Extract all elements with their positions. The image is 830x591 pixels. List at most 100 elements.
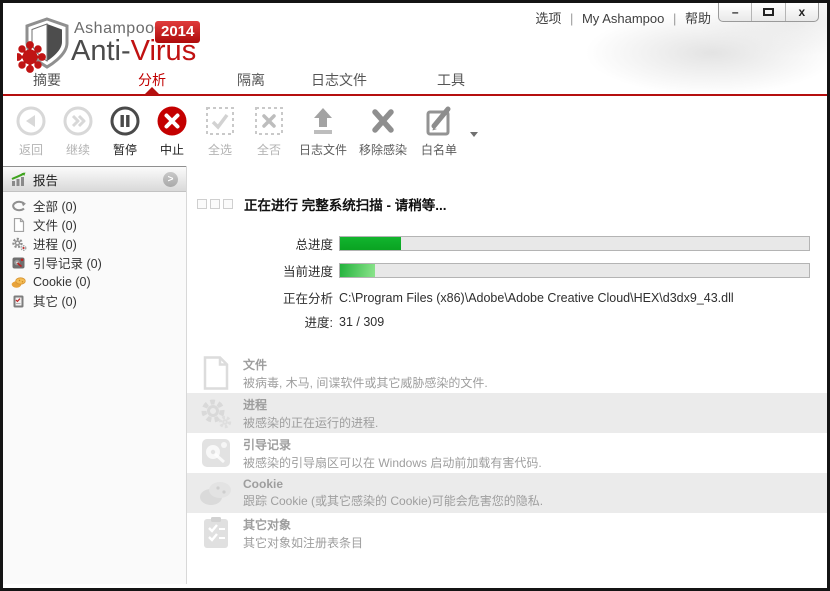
marquee-square-icon [210,199,220,209]
sidebar-item-label: 进程 (0) [33,234,77,253]
header: Ashampoo® Anti-Virus 2014 选项 | My Ashamp… [3,3,827,96]
all-loop-icon [11,199,27,213]
active-tab-marker [145,87,159,94]
hard-disk-icon [11,256,27,270]
maximize-icon [763,8,774,16]
sidebar-item-label: 其它 (0) [33,291,77,310]
log-file-button[interactable]: 日志文件 [295,104,351,158]
analyzing-label: 正在分析 [197,288,333,307]
whitelist-label: 白名单 [421,141,457,158]
gears-large-icon [197,396,235,430]
file-large-icon [197,356,235,390]
window-controls: – x [718,3,819,22]
category-title: 进程 [243,396,378,413]
toolbar: 返回 继续 暂停 中止 全选 [3,96,827,166]
chevron-right-icon[interactable]: > [163,172,178,187]
tab-quarantine[interactable]: 隔离 [237,70,265,90]
app-window: Ashampoo® Anti-Virus 2014 选项 | My Ashamp… [0,0,830,591]
content: 报告 > 全部 (0) 文件 (0) [3,166,827,584]
abort-label: 中止 [160,141,184,158]
select-none-label: 全否 [257,141,281,158]
close-icon: x [798,5,805,19]
category-title: 其它对象 [243,516,363,533]
current-progress-row: 当前进度 [197,261,827,280]
category-desc: 被感染的正在运行的进程. [243,414,378,431]
category-row-processes: 进程 被感染的正在运行的进程. [187,393,827,433]
category-list: 文件 被病毒, 木马, 间谍软件或其它威胁感染的文件. 进程 被感染的正在运行的… [187,353,827,553]
link-separator: | [673,11,676,26]
sidebar-item-label: 报告 [33,170,58,189]
category-desc: 其它对象如注册表条目 [243,534,363,551]
sidebar-item-files[interactable]: 文件 (0) [3,215,186,234]
my-ashampoo-link[interactable]: My Ashampoo [582,11,664,26]
whitelist-button[interactable]: 白名单 [415,104,463,158]
select-all-button[interactable]: 全选 [197,104,243,158]
continue-label: 继续 [66,141,90,158]
select-all-label: 全选 [208,141,232,158]
category-title: 引导记录 [243,436,542,453]
sidebar-item-other[interactable]: 其它 (0) [3,291,186,310]
total-progress-row: 总进度 [197,234,827,253]
gear-icon [11,237,27,251]
year-badge: 2014 [155,21,200,43]
category-row-files: 文件 被病毒, 木马, 间谍软件或其它威胁感染的文件. [187,353,827,393]
check-all-icon [205,104,235,138]
current-progress-fill [340,264,375,277]
select-none-button[interactable]: 全否 [246,104,292,158]
analyzing-path: C:\Program Files (x86)\Adobe\Adobe Creat… [339,291,734,305]
current-progress-label: 当前进度 [197,261,333,280]
edit-list-icon [422,104,456,138]
pause-button[interactable]: 暂停 [103,104,147,158]
abort-button[interactable]: 中止 [150,104,194,158]
progress-section: 总进度 当前进度 正在分析 C:\Program Files (x86)\Ado… [197,234,827,331]
tab-tools[interactable]: 工具 [437,70,465,90]
tab-bar: 摘要 分析 隔离 日志文件 工具 [3,70,827,90]
sidebar-item-cookies[interactable]: Cookie (0) [3,272,186,291]
clipboard-icon [11,294,27,308]
scan-heading-text: 正在进行 完整系统扫描 - 请稍等... [244,194,447,214]
cookies-large-icon [197,476,235,510]
sidebar-item-label: 文件 (0) [33,215,77,234]
sidebar-item-report[interactable]: 报告 > [3,166,186,192]
remove-x-icon [367,104,399,138]
file-icon [11,218,27,232]
pause-label: 暂停 [113,141,137,158]
product-prefix: Anti- [71,35,131,67]
total-progress-bar [339,236,810,251]
sidebar-item-label: 全部 (0) [33,196,77,215]
sidebar-item-label: Cookie (0) [33,275,91,289]
options-link[interactable]: 选项 [535,11,561,26]
clipboard-large-icon [197,516,235,550]
maximize-button[interactable] [751,3,784,21]
sidebar-item-processes[interactable]: 进程 (0) [3,234,186,253]
marquee-square-icon [223,199,233,209]
marquee-square-icon [197,199,207,209]
back-button[interactable]: 返回 [9,104,53,158]
scan-heading: 正在进行 完整系统扫描 - 请稍等... [197,166,827,214]
abort-icon [156,104,188,138]
continue-button[interactable]: 继续 [56,104,100,158]
help-link[interactable]: 帮助 [685,11,711,26]
remove-infection-label: 移除感染 [359,141,407,158]
sidebar-item-boot-records[interactable]: 引导记录 (0) [3,253,186,272]
scan-panel: 正在进行 完整系统扫描 - 请稍等... 总进度 当前进度 正在分析 [187,166,827,584]
category-title: 文件 [243,356,488,373]
tab-summary[interactable]: 摘要 [33,70,61,90]
category-title: Cookie [243,477,543,491]
sidebar-item-label: 引导记录 (0) [33,253,102,272]
pause-icon [109,104,141,138]
analyzing-row: 正在分析 C:\Program Files (x86)\Adobe\Adobe … [197,288,827,307]
back-label: 返回 [19,141,43,158]
total-progress-fill [340,237,401,250]
total-progress-label: 总进度 [197,234,333,253]
toolbar-dropdown-caret-icon[interactable] [470,132,478,137]
back-icon [15,104,47,138]
shield-virus-icon [17,15,73,73]
minimize-button[interactable]: – [719,3,751,21]
close-button[interactable]: x [785,3,818,21]
sidebar-item-all[interactable]: 全部 (0) [3,196,186,215]
remove-infection-button[interactable]: 移除感染 [354,104,412,158]
category-desc: 被病毒, 木马, 间谍软件或其它威胁感染的文件. [243,374,488,391]
minimize-icon: – [732,5,739,19]
tab-log-files[interactable]: 日志文件 [311,70,367,90]
